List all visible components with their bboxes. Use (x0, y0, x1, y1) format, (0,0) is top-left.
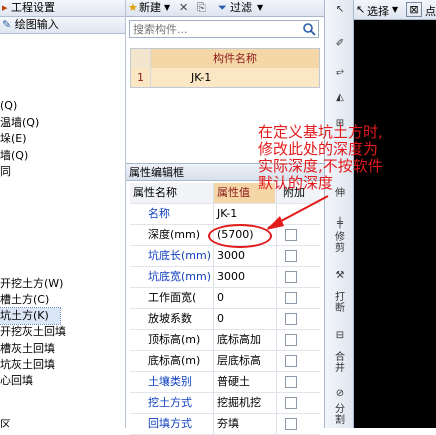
annotation-arrow (266, 195, 329, 230)
